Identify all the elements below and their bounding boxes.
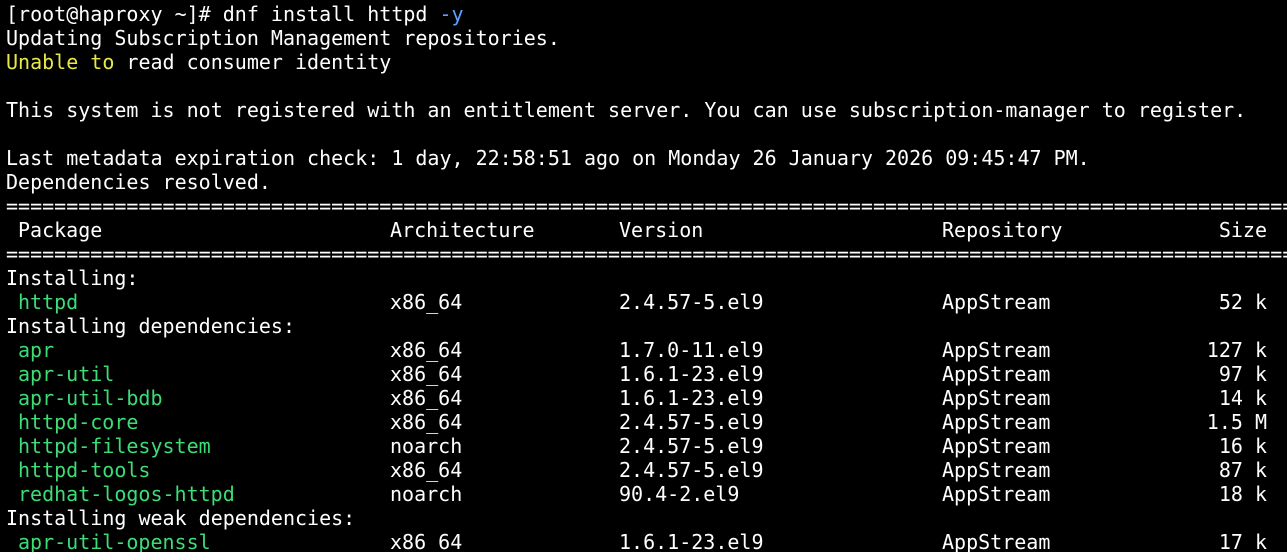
row-version: 2.4.57-5.el9 [619,434,764,458]
unable-rest: read consumer identity [114,50,392,74]
output-updating: Updating Subscription Management reposit… [6,26,560,50]
command-flag: -y [439,2,464,26]
header-package: Package [18,218,103,242]
row-size: 16 k [1218,434,1267,458]
row-version: 2.4.57-5.el9 [619,458,764,482]
row-repo: AppStream [942,362,1051,386]
row-repo: AppStream [942,290,1051,314]
row-version: 1.6.1-23.el9 [619,386,764,410]
row-repo: AppStream [942,458,1051,482]
row-arch: noarch [390,434,463,458]
header-size: Size [1218,218,1267,242]
row-size: 52 k [1218,290,1267,314]
row-package: redhat-logos-httpd [18,482,235,506]
section-title: Installing weak dependencies: [6,506,356,530]
row-package: apr [18,338,55,362]
table-rule-top: ========================================… [6,194,1287,218]
header-version: Version [619,218,704,242]
table-row: apr x86_64 1.7.0-11.el9 AppStream 127 k [6,338,1287,362]
row-package: httpd [18,290,79,314]
table-row: apr-util-bdb x86_64 1.6.1-23.el9 AppStre… [6,386,1287,410]
row-package: httpd-core [18,410,139,434]
header-repository: Repository [942,218,1063,242]
row-repo: AppStream [942,386,1051,410]
terminal-window[interactable]: [root@haproxy ~]# dnf install httpd -y U… [0,0,1287,552]
row-size: 1.5 M [1206,410,1267,434]
header-architecture: Architecture [390,218,535,242]
row-arch: x86_64 [390,290,463,314]
row-repo: AppStream [942,338,1051,362]
row-arch: x86_64 [390,530,463,552]
row-size: 97 k [1218,362,1267,386]
row-version: 1.7.0-11.el9 [619,338,764,362]
row-size: 14 k [1218,386,1267,410]
table-row: httpd-tools x86_64 2.4.57-5.el9 AppStrea… [6,458,1287,482]
section-title: Installing dependencies: [6,314,295,338]
row-repo: AppStream [942,530,1051,552]
row-arch: x86_64 [390,458,463,482]
table-row: httpd x86_64 2.4.57-5.el9 AppStream 52 k [6,290,1287,314]
table-row: redhat-logos-httpd noarch 90.4-2.el9 App… [6,482,1287,506]
row-size: 17 k [1218,530,1267,552]
row-package: apr-util-bdb [18,386,163,410]
row-arch: x86_64 [390,362,463,386]
output-metadata: Last metadata expiration check: 1 day, 2… [6,146,1090,170]
unable-highlight: Unable to [6,50,115,74]
row-version: 2.4.57-5.el9 [619,290,764,314]
row-repo: AppStream [942,482,1051,506]
row-version: 1.6.1-23.el9 [619,362,764,386]
row-repo: AppStream [942,410,1051,434]
table-rule-header: ========================================… [6,242,1287,266]
row-version: 90.4-2.el9 [619,482,740,506]
output-not-registered: This system is not registered with an en… [6,98,1247,122]
row-version: 1.6.1-23.el9 [619,530,764,552]
shell-prompt: [root@haproxy ~]# [6,2,223,26]
row-size: 18 k [1218,482,1267,506]
section-title: Installing: [6,266,139,290]
table-row: httpd-core x86_64 2.4.57-5.el9 AppStream… [6,410,1287,434]
table-header: Package Architecture Version Repository … [6,218,1287,242]
row-version: 2.4.57-5.el9 [619,410,764,434]
row-package: apr-util [18,362,115,386]
table-row: apr-util x86_64 1.6.1-23.el9 AppStream 9… [6,362,1287,386]
row-arch: x86_64 [390,338,463,362]
row-arch: noarch [390,482,463,506]
output-deps-resolved: Dependencies resolved. [6,170,271,194]
row-package: httpd-filesystem [18,434,211,458]
row-package: httpd-tools [18,458,151,482]
row-size: 87 k [1218,458,1267,482]
table-row: httpd-filesystem noarch 2.4.57-5.el9 App… [6,434,1287,458]
command-line: [root@haproxy ~]# dnf install httpd -y [6,2,1287,26]
command-text: dnf install httpd [222,2,428,26]
row-package: apr-util-openssl [18,530,211,552]
row-arch: x86_64 [390,386,463,410]
output-unable: Unable to read consumer identity [6,50,1287,74]
table-row: apr-util-openssl x86_64 1.6.1-23.el9 App… [6,530,1287,552]
row-arch: x86_64 [390,410,463,434]
row-size: 127 k [1206,338,1267,362]
row-repo: AppStream [942,434,1051,458]
